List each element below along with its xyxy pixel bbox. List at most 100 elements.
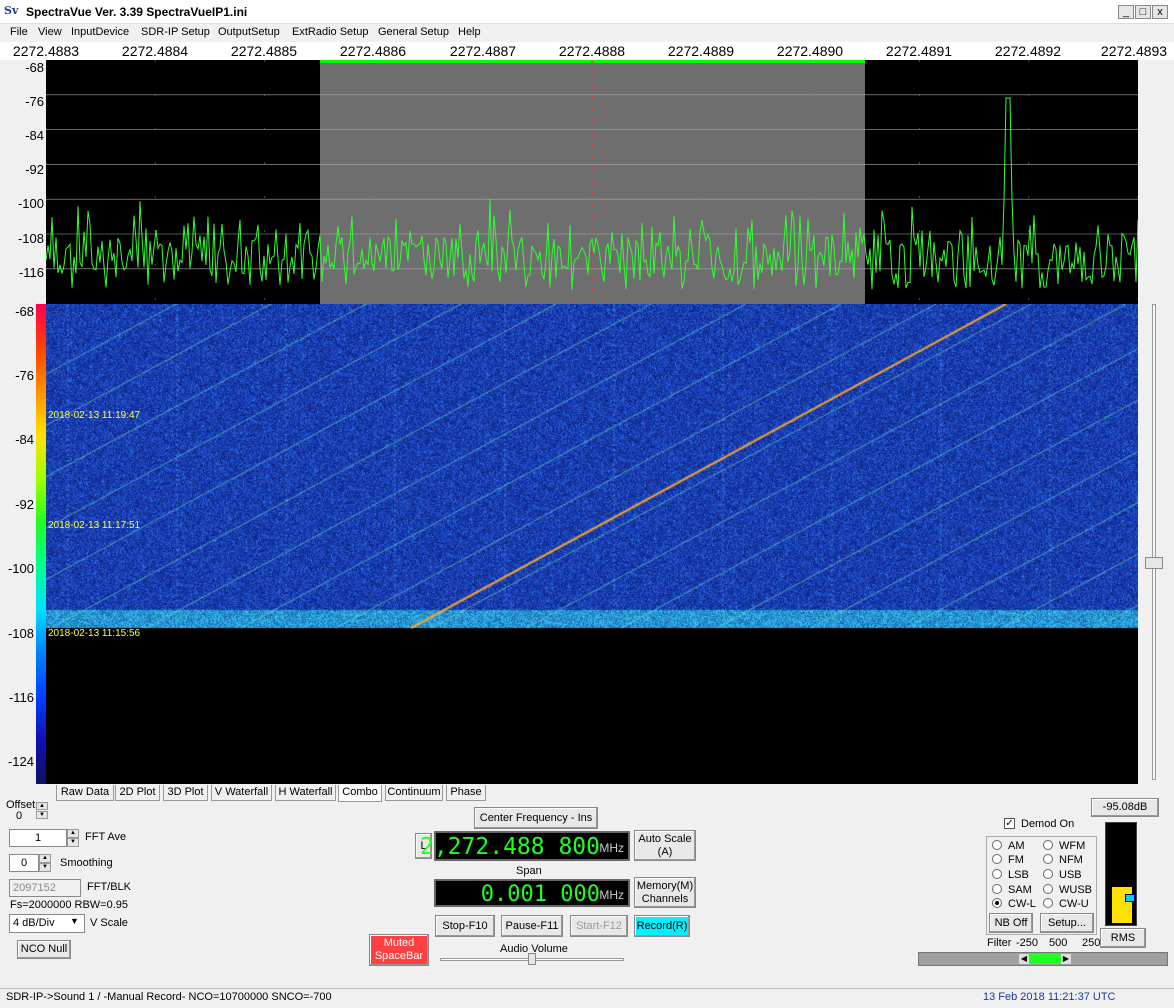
menu-general-setup[interactable]: General Setup (378, 26, 449, 38)
setup-button[interactable]: Setup... (1040, 913, 1094, 933)
span-label: Span (516, 865, 542, 877)
smoothing-input[interactable]: 0 (9, 854, 39, 872)
close-button[interactable]: x (1152, 5, 1168, 19)
signal-meter-fill (1112, 887, 1132, 923)
record-button[interactable]: Record(R) (634, 915, 690, 937)
mode-wusb-radio[interactable]: WUSB (1043, 884, 1092, 896)
mode-sam-radio[interactable]: SAM (992, 884, 1032, 896)
span-display[interactable]: 0.001 000 MHz (434, 879, 630, 907)
menu-sdr-ip-setup[interactable]: SDR-IP Setup (141, 26, 210, 38)
signal-meter (1105, 822, 1137, 926)
mode-wfm-radio[interactable]: WFM (1043, 840, 1085, 852)
waterfall-display[interactable] (46, 304, 1138, 784)
freq-tick-label: 2272.4885 (230, 43, 298, 59)
filter-slider[interactable]: ◀ ▶ (918, 952, 1168, 966)
nco-null-button[interactable]: NCO Null (17, 940, 71, 959)
smoothing-label: Smoothing (60, 857, 113, 869)
waterfall-timestamp: 2018-02-13 11:15:56 (48, 628, 141, 639)
freq-tick-label: 2272.4892 (994, 43, 1062, 59)
tab-phase[interactable]: Phase (446, 785, 486, 801)
waterfall-canvas[interactable] (46, 304, 1138, 784)
fft-blk-select[interactable]: 2097152 (9, 879, 81, 897)
demod-on-checkbox[interactable]: ✓ (1004, 818, 1015, 829)
fs-rbw-info: Fs=2000000 RBW=0.95 (10, 899, 129, 911)
minimize-button[interactable]: _ (1118, 5, 1134, 19)
title-bar: Sv SpectraVue Ver. 3.39 SpectraVueIP1.in… (0, 0, 1174, 24)
mode-lsb-radio[interactable]: LSB (992, 869, 1029, 881)
freq-tick-label: 2272.4888 (558, 43, 626, 59)
spectravue-window: Sv SpectraVue Ver. 3.39 SpectraVueIP1.in… (0, 0, 1174, 1008)
spectrum-plot[interactable] (46, 60, 1138, 304)
waterfall-y-label: -116 (8, 690, 34, 705)
spectrum-y-label: -76 (25, 94, 44, 109)
filter-left-arrow-icon[interactable]: ◀ (1019, 954, 1029, 964)
mode-usb-radio[interactable]: USB (1043, 869, 1082, 881)
tab-2d-plot[interactable]: 2D Plot (115, 785, 160, 801)
smoothing-up-icon[interactable]: ▲ (39, 854, 51, 863)
waterfall-y-label: -124 (7, 754, 34, 769)
menu-inputdevice[interactable]: InputDevice (71, 26, 129, 38)
fft-ave-input[interactable]: 1 (9, 829, 67, 847)
chevron-down-icon[interactable]: ▼ (70, 916, 79, 926)
menu-extradio-setup[interactable]: ExtRadio Setup (292, 26, 368, 38)
waterfall-y-label: -76 (15, 368, 34, 383)
display-slider-thumb[interactable] (1145, 557, 1163, 569)
fft-blk-label: FFT/BLK (87, 881, 132, 893)
display-slider-track[interactable] (1152, 304, 1156, 780)
filter-width-value: 500 (1049, 937, 1068, 949)
mode-am-radio[interactable]: AM (992, 840, 1025, 852)
spectrum-y-label: -84 (25, 128, 44, 143)
window-title: SpectraVue Ver. 3.39 SpectraVueIP1.ini (26, 5, 248, 19)
fft-ave-down-icon[interactable]: ▼ (67, 838, 79, 847)
audio-volume-thumb[interactable] (528, 953, 536, 965)
smoothing-down-icon[interactable]: ▼ (39, 863, 51, 872)
menu-bar: File View InputDevice SDR-IP Setup Outpu… (0, 24, 1174, 42)
auto-scale-button[interactable]: Auto Scale (A) (634, 830, 696, 861)
waterfall-timestamp: 2018-02-13 11:17:51 (48, 520, 141, 531)
mode-cw-u-radio[interactable]: CW-U (1043, 898, 1089, 910)
fft-ave-up-icon[interactable]: ▲ (67, 829, 79, 838)
center-frequency-value: 2,272.488 800 (419, 834, 600, 860)
mode-nfm-radio[interactable]: NFM (1043, 854, 1083, 866)
stop-button[interactable]: Stop-F10 (435, 915, 495, 937)
filter-high-value: 250 (1082, 937, 1101, 949)
maximize-button[interactable]: □ (1135, 5, 1151, 19)
center-frequency-display[interactable]: 2,272.488 800 MHz (420, 831, 630, 861)
mode-cw-l-radio[interactable]: CW-L (992, 898, 1036, 910)
freq-tick-label: 2272.4889 (667, 43, 735, 59)
menu-view[interactable]: View (38, 26, 62, 38)
spectrum-y-label: -108 (17, 231, 44, 246)
tab-3d-plot[interactable]: 3D Plot (163, 785, 208, 801)
start-button[interactable]: Start-F12 (570, 915, 628, 937)
filter-slider-thumb[interactable] (1029, 954, 1061, 964)
status-left: SDR-IP->Sound 1 / -Manual Record- NCO=10… (6, 991, 332, 1003)
freq-tick-label: 2272.4887 (449, 43, 517, 59)
status-datetime: 13 Feb 2018 11:21:37 UTC (983, 991, 1116, 1003)
menu-outputsetup[interactable]: OutputSetup (218, 26, 280, 38)
offset-down-icon[interactable]: ▼ (36, 811, 48, 819)
spectrum-y-label: -116 (18, 265, 44, 280)
menu-help[interactable]: Help (458, 26, 481, 38)
menu-file[interactable]: File (10, 26, 28, 38)
rms-button[interactable]: RMS (1100, 928, 1146, 948)
tab-h-waterfall[interactable]: H Waterfall (275, 785, 336, 801)
muted-button[interactable]: Muted SpaceBar (369, 934, 429, 966)
filter-right-arrow-icon[interactable]: ▶ (1061, 954, 1071, 964)
center-frequency-button[interactable]: Center Frequency - Ins (474, 807, 598, 829)
pause-button[interactable]: Pause-F11 (501, 915, 563, 937)
signal-level-readout: -95.08dB (1091, 798, 1159, 817)
tab-continuum[interactable]: Continuum (385, 785, 443, 801)
waterfall-y-label: -108 (7, 626, 34, 641)
freq-tick-label: 2272.4890 (776, 43, 844, 59)
nb-off-button[interactable]: NB Off (989, 913, 1033, 933)
tab-v-waterfall[interactable]: V Waterfall (211, 785, 272, 801)
mode-fm-radio[interactable]: FM (992, 854, 1024, 866)
waterfall-y-label: -92 (15, 497, 34, 512)
offset-up-icon[interactable]: ▲ (36, 802, 48, 810)
spectrum-y-label: -92 (25, 162, 44, 177)
tab-combo[interactable]: Combo (338, 785, 382, 802)
offset-value[interactable]: 0 (16, 810, 22, 822)
memory-channels-button[interactable]: Memory(M) Channels (634, 877, 696, 908)
freq-tick-label: 2272.4891 (885, 43, 953, 59)
tab-raw-data[interactable]: Raw Data (56, 785, 114, 801)
